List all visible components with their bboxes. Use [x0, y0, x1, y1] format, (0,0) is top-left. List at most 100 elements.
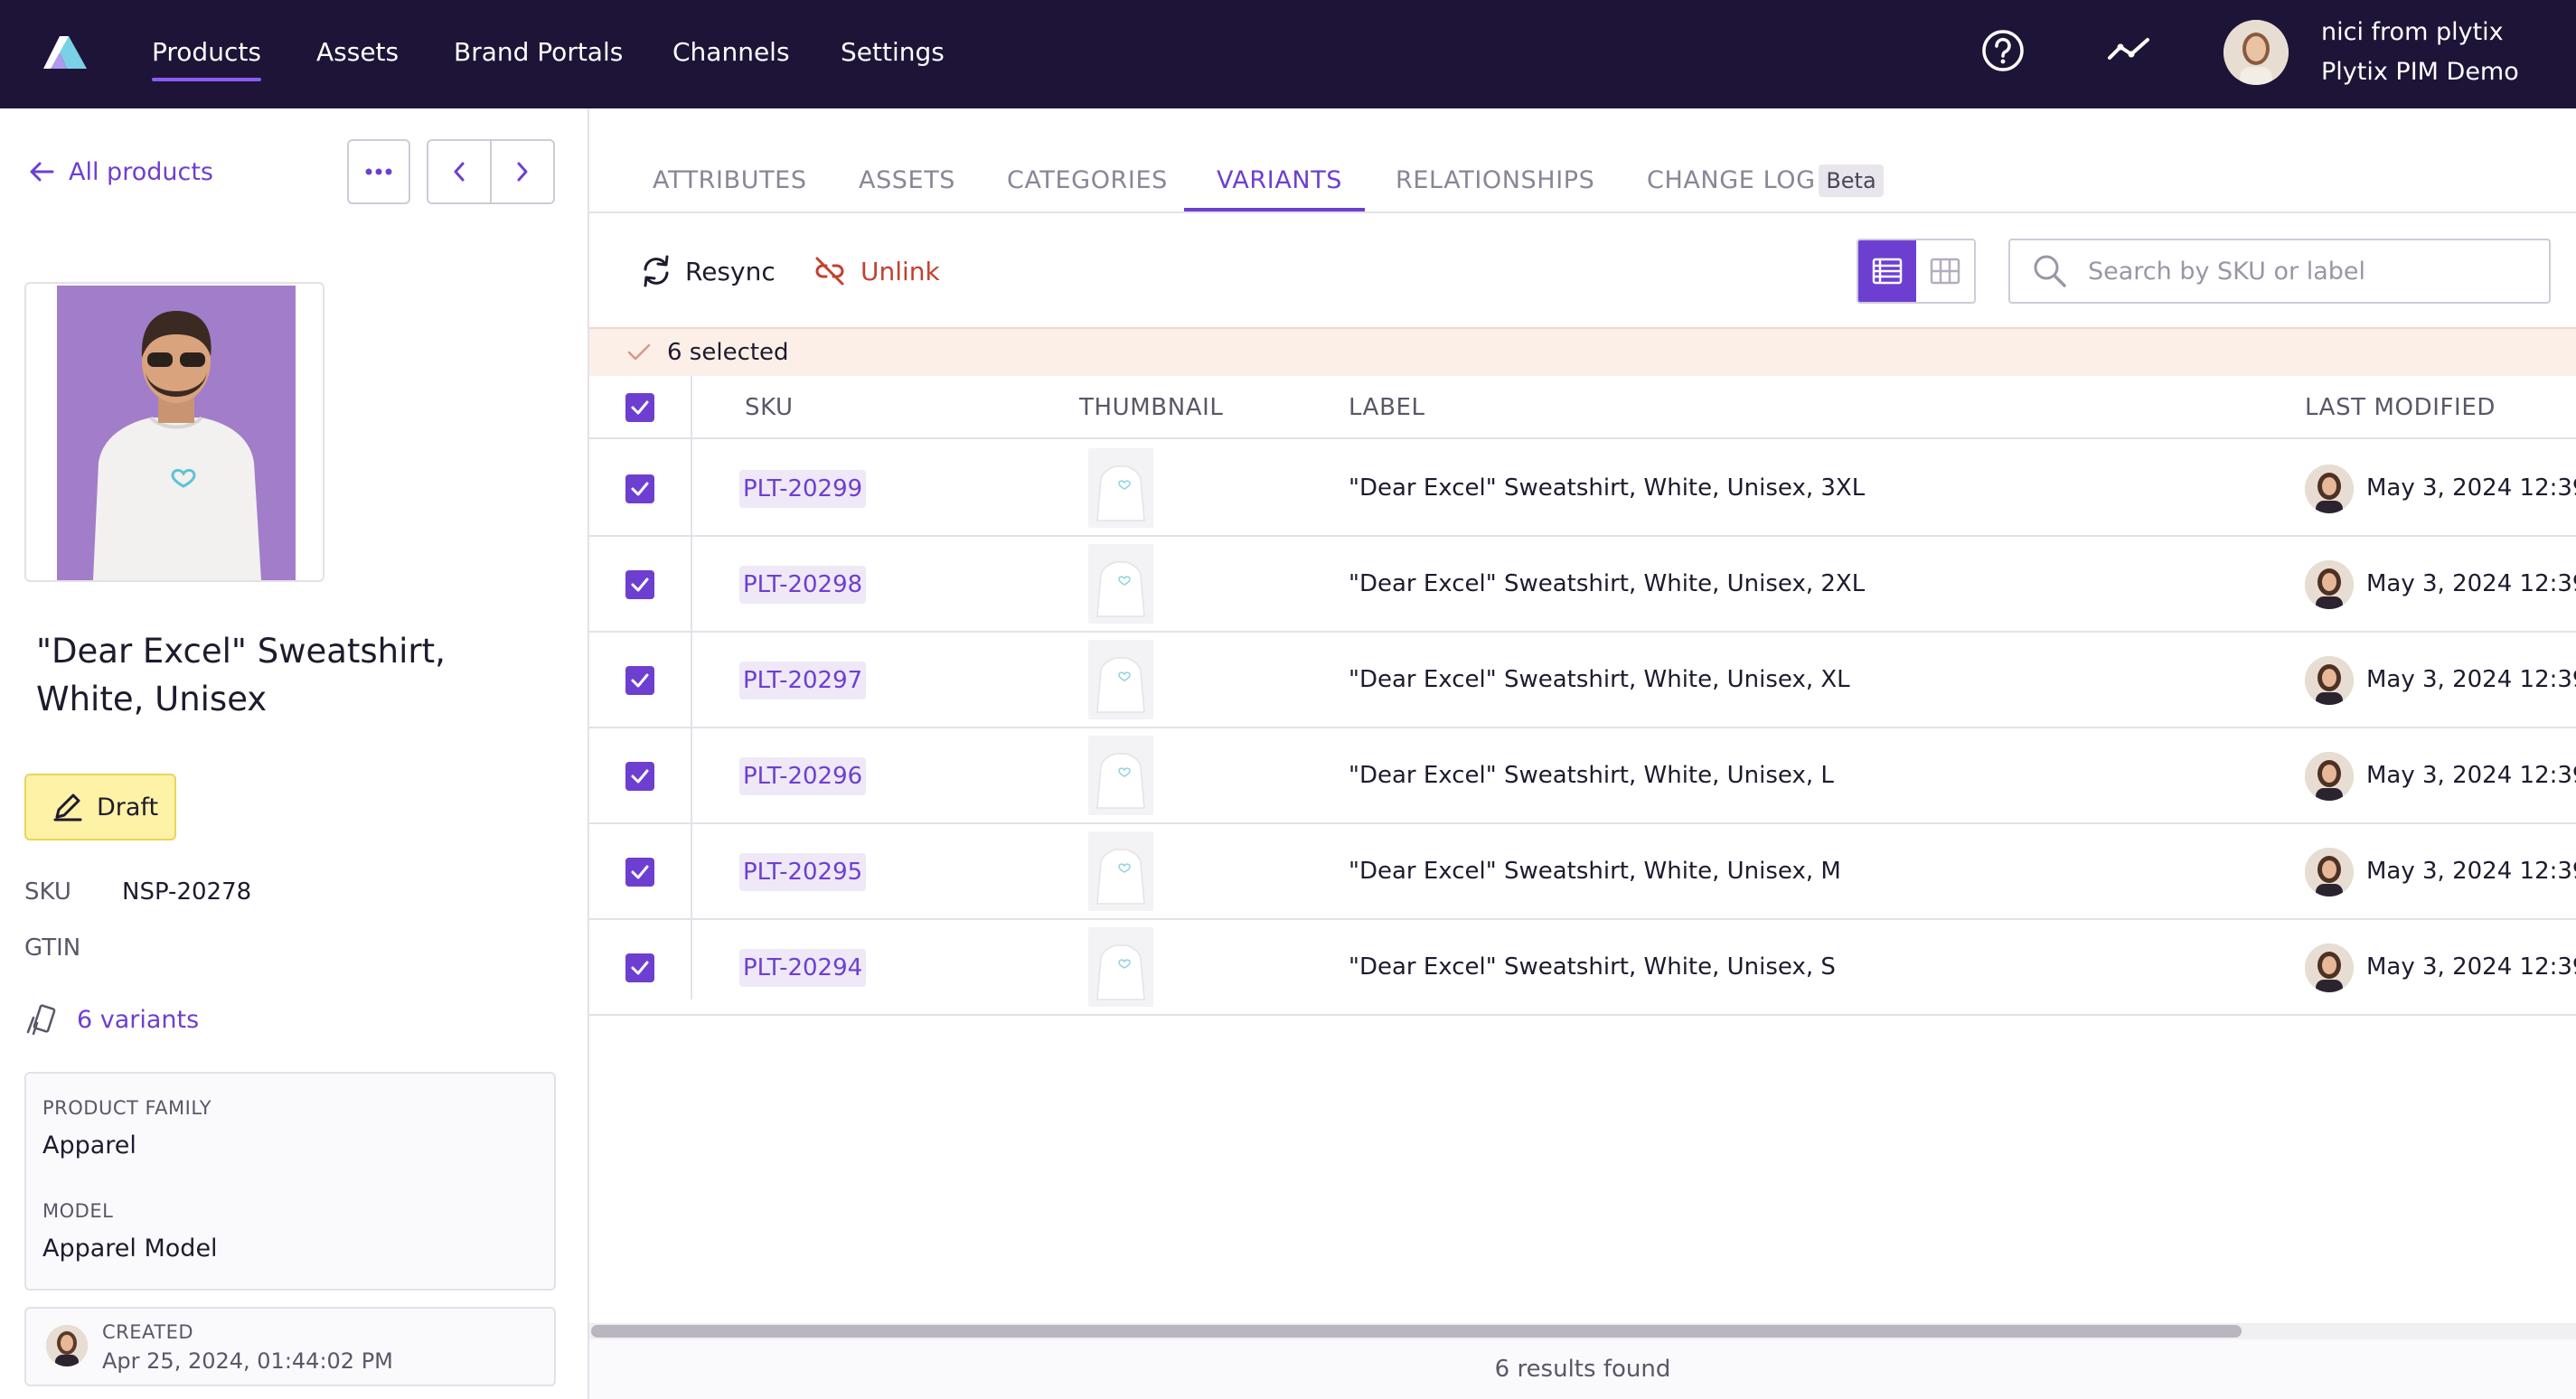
- sku-link[interactable]: PLT-20297: [739, 662, 867, 700]
- grid-view-button[interactable]: [1916, 240, 1974, 302]
- pencil-icon: [53, 793, 82, 822]
- user-avatar[interactable]: [2223, 20, 2289, 85]
- last-modified-value: May 3, 2024 12:39:: [2366, 666, 2576, 693]
- variants-icon: [26, 1004, 56, 1036]
- modifier-avatar: [2305, 944, 2354, 992]
- row-checkbox[interactable]: [625, 666, 654, 695]
- variant-label: "Dear Excel" Sweatshirt, White, Unisex, …: [1349, 474, 1866, 502]
- more-dots-icon: [365, 168, 392, 175]
- last-modified-value: May 3, 2024 12:39:: [2366, 953, 2576, 981]
- sku-link[interactable]: PLT-20298: [739, 566, 867, 604]
- more-options-button[interactable]: [347, 139, 410, 204]
- table-header: SKU THUMBNAIL LABEL LAST MODIFIED: [589, 376, 2576, 439]
- variant-thumbnail[interactable]: [1088, 736, 1153, 815]
- all-products-label: All products: [69, 157, 213, 186]
- selection-count: 6 selected: [667, 339, 789, 366]
- column-header-label[interactable]: LABEL: [1349, 392, 1425, 423]
- checkmark-icon: [631, 577, 649, 592]
- column-header-sku[interactable]: SKU: [745, 392, 794, 423]
- sku-link[interactable]: PLT-20294: [739, 949, 867, 987]
- product-image-card[interactable]: [24, 282, 324, 582]
- select-all-checkbox[interactable]: [625, 393, 654, 422]
- table-row[interactable]: PLT-20296 "Dear Excel" Sweatshirt, White…: [589, 728, 2576, 824]
- resync-icon: [644, 255, 669, 287]
- nav-channels[interactable]: Channels: [672, 34, 790, 70]
- view-toggle: [1857, 239, 1976, 304]
- checkmark-icon: [631, 769, 649, 784]
- unlink-icon: [815, 257, 844, 286]
- activity-chart-icon[interactable]: [2106, 27, 2153, 74]
- chevron-left-icon: [454, 162, 465, 182]
- tab-variants[interactable]: VARIANTS: [1217, 164, 1342, 197]
- unlink-button[interactable]: Unlink: [812, 253, 940, 289]
- all-products-link[interactable]: All products: [27, 155, 213, 188]
- tab-categories[interactable]: CATEGORIES: [1007, 164, 1168, 197]
- product-title: "Dear Excel" Sweatshirt, White, Unisex: [36, 632, 446, 718]
- variant-label: "Dear Excel" Sweatshirt, White, Unisex, …: [1349, 953, 1836, 981]
- horizontal-scrollbar[interactable]: [589, 1323, 2576, 1339]
- nav-products[interactable]: Products: [152, 34, 261, 81]
- status-draft-button[interactable]: Draft: [24, 774, 176, 840]
- row-checkbox[interactable]: [625, 762, 654, 791]
- column-header-last-modified[interactable]: LAST MODIFIED: [2305, 392, 2496, 423]
- variant-thumbnail[interactable]: [1088, 831, 1153, 911]
- last-modified-value: May 3, 2024 12:39:: [2366, 762, 2576, 789]
- results-count: 6 results found: [1494, 1356, 1671, 1383]
- tab-change-log[interactable]: CHANGE LOG: [1647, 164, 1816, 197]
- resync-button[interactable]: Resync: [640, 253, 776, 289]
- created-info-box: CREATED Apr 25, 2024, 01:44:02 PM: [24, 1307, 556, 1386]
- user-name[interactable]: nici from plytix: [2321, 16, 2504, 49]
- variant-thumbnail[interactable]: [1088, 544, 1153, 624]
- row-checkbox[interactable]: [625, 474, 654, 503]
- scrollbar-thumb[interactable]: [591, 1325, 2242, 1338]
- sku-link[interactable]: PLT-20295: [739, 853, 867, 891]
- table-row[interactable]: PLT-20295 "Dear Excel" Sweatshirt, White…: [589, 824, 2576, 920]
- beta-badge: Beta: [1819, 164, 1884, 197]
- row-checkbox[interactable]: [625, 570, 654, 599]
- list-view-icon: [1872, 258, 1903, 285]
- list-view-button[interactable]: [1858, 240, 1916, 302]
- row-checkbox[interactable]: [625, 953, 654, 982]
- variant-thumbnail[interactable]: [1088, 640, 1153, 719]
- last-modified-value: May 3, 2024 12:39:: [2366, 474, 2576, 502]
- checkmark-icon: [631, 865, 649, 879]
- variant-thumbnail[interactable]: [1088, 448, 1153, 528]
- nav-settings[interactable]: Settings: [841, 34, 945, 70]
- nav-brand-portals[interactable]: Brand Portals: [454, 34, 623, 70]
- table-row[interactable]: PLT-20299 "Dear Excel" Sweatshirt, White…: [589, 441, 2576, 537]
- check-icon: [627, 343, 651, 361]
- column-header-thumbnail[interactable]: THUMBNAIL: [1079, 392, 1224, 423]
- resync-label: Resync: [685, 256, 776, 286]
- selection-bar: 6 selected: [589, 327, 2576, 376]
- previous-product-button[interactable]: [427, 139, 492, 204]
- arrow-left-icon: [30, 162, 54, 182]
- organization-name[interactable]: Plytix PIM Demo: [2321, 56, 2519, 89]
- variant-thumbnail[interactable]: [1088, 927, 1153, 1007]
- main-content: ATTRIBUTES ASSETS CATEGORIES VARIANTS RE…: [589, 108, 2576, 1399]
- help-icon[interactable]: [1979, 27, 2026, 74]
- modifier-avatar: [2305, 560, 2354, 609]
- unlink-label: Unlink: [860, 256, 940, 286]
- variants-link[interactable]: 6 variants: [24, 1003, 199, 1036]
- product-tabs: ATTRIBUTES ASSETS CATEGORIES VARIANTS RE…: [589, 108, 2576, 213]
- family-value: Apparel: [42, 1131, 136, 1160]
- checkmark-icon: [631, 400, 649, 415]
- grid-view-icon: [1930, 258, 1960, 285]
- next-product-button[interactable]: [490, 139, 555, 204]
- nav-assets[interactable]: Assets: [316, 34, 399, 70]
- tab-attributes[interactable]: ATTRIBUTES: [653, 164, 807, 197]
- top-navigation-bar: Products Assets Brand Portals Channels S…: [0, 0, 2576, 108]
- search-box: [2008, 239, 2551, 304]
- table-row[interactable]: PLT-20297 "Dear Excel" Sweatshirt, White…: [589, 633, 2576, 728]
- sku-link[interactable]: PLT-20296: [739, 757, 867, 795]
- checkmark-icon: [631, 482, 649, 496]
- tab-assets[interactable]: ASSETS: [859, 164, 955, 197]
- last-modified-value: May 3, 2024 12:39:: [2366, 570, 2576, 597]
- plytix-logo-icon[interactable]: [40, 33, 90, 72]
- table-row[interactable]: PLT-20294 "Dear Excel" Sweatshirt, White…: [589, 920, 2576, 1016]
- row-checkbox[interactable]: [625, 858, 654, 887]
- search-input[interactable]: [2088, 257, 2540, 286]
- tab-relationships[interactable]: RELATIONSHIPS: [1396, 164, 1594, 197]
- sku-link[interactable]: PLT-20299: [739, 470, 867, 508]
- table-row[interactable]: PLT-20298 "Dear Excel" Sweatshirt, White…: [589, 537, 2576, 633]
